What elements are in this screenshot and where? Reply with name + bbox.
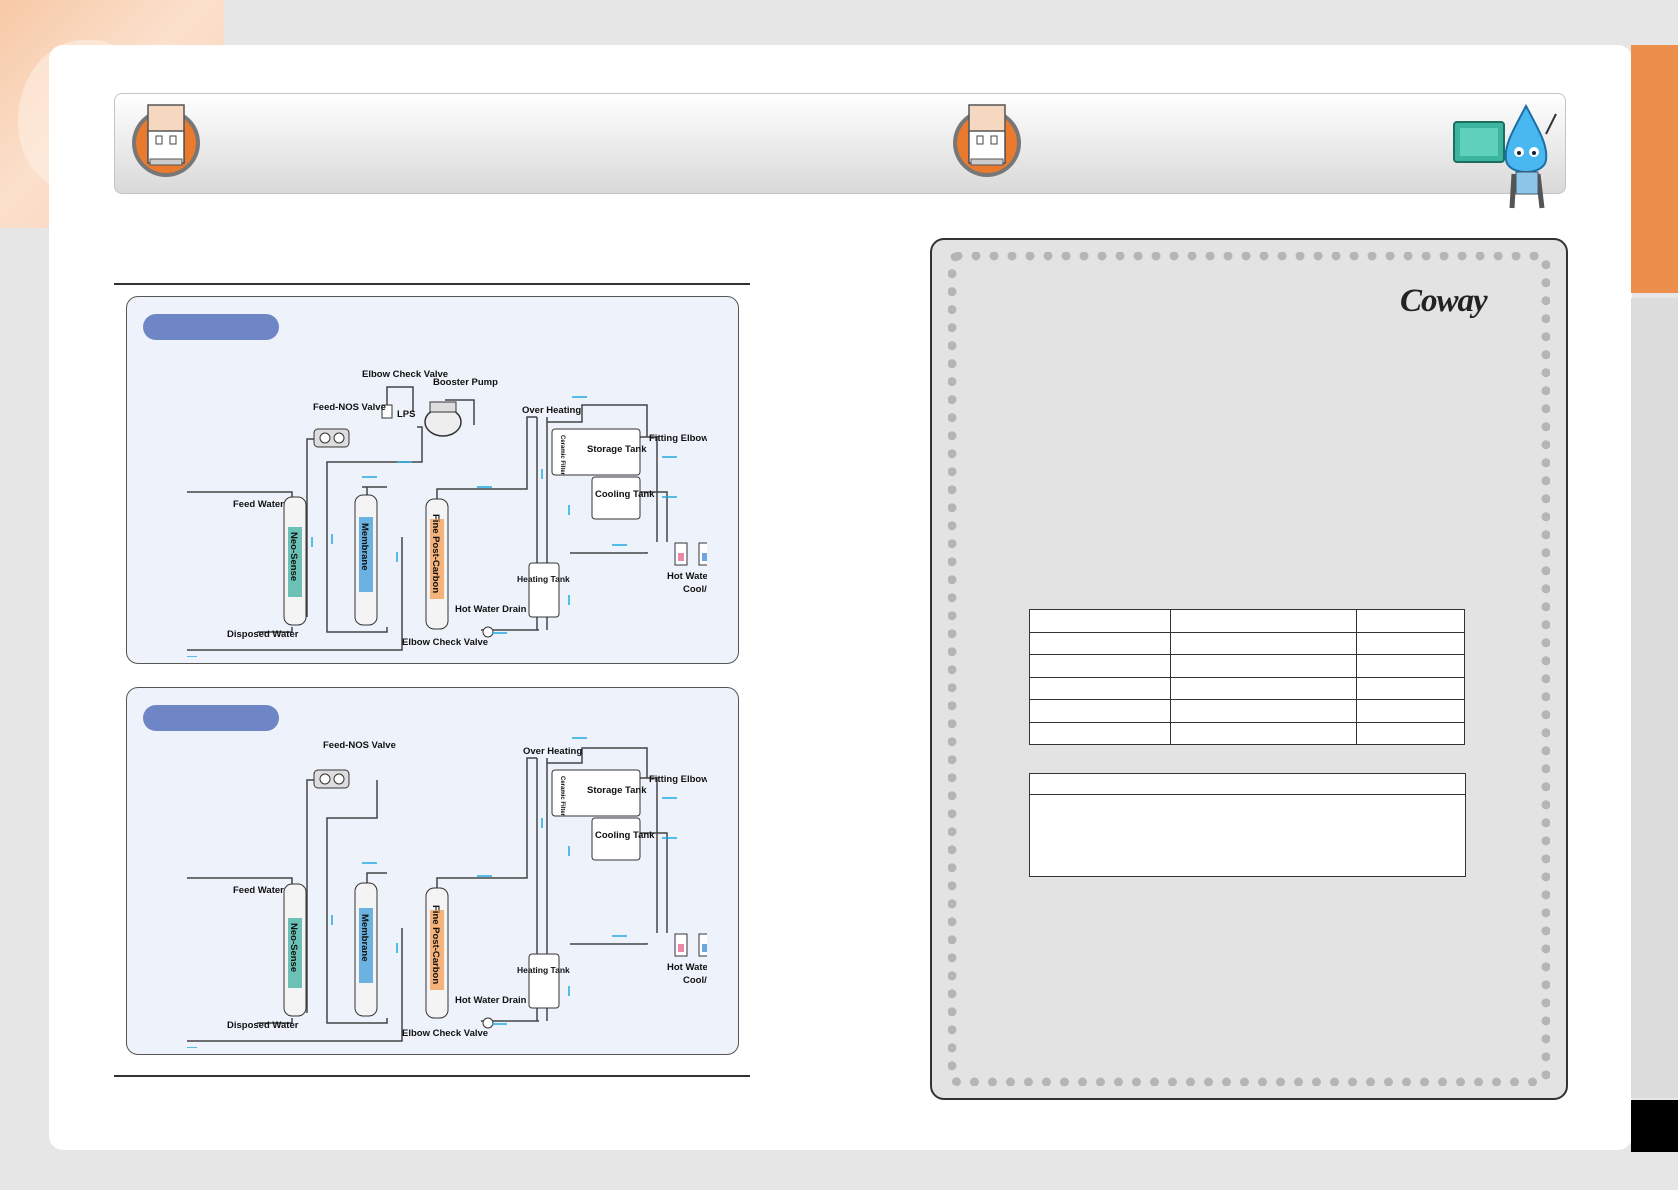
ceramic-filter-label: Ceramic Filter: [559, 435, 565, 476]
storage-tank-label: Storage Tank: [587, 785, 647, 796]
cool-room-water-label: Cool/ Room Water: [683, 975, 707, 986]
neo-sense-label: Neo-Sense: [288, 923, 299, 972]
fitting-elbow-label: Fitting Elbow: [649, 433, 707, 444]
fine-post-carbon-label: Fine Post-Carbon: [430, 905, 441, 984]
heating-tank-label: Heating Tank: [517, 965, 570, 975]
over-heating-label: Over Heating: [523, 746, 582, 757]
section-bottom-rule: [114, 1075, 750, 1077]
cooling-tank-label: Cooling Tank: [595, 489, 655, 500]
water-flow-diagram: Neo-Sense Membrane Fine Post-Carbon Feed…: [187, 737, 707, 1048]
feed-water-label: Feed Water: [233, 885, 284, 896]
lps-label: LPS: [397, 409, 415, 420]
water-drop-mascot-icon: [1453, 104, 1557, 209]
table-row: [1028, 609, 1466, 633]
membrane-label: Membrane: [359, 914, 370, 962]
hot-water-label: Hot Water: [667, 962, 707, 973]
hot-water-drain-label: Hot Water Drain: [455, 995, 527, 1006]
page-number-tab: [1631, 1100, 1678, 1152]
heating-tank-label: Heating Tank: [517, 574, 570, 584]
brand-logo: Coway: [1400, 283, 1488, 319]
ceramic-filter-label: Ceramic Filter: [559, 776, 565, 817]
cooling-tank-label: Cooling Tank: [595, 830, 655, 841]
table-row: [1028, 699, 1466, 723]
hot-water-label: Hot Water: [667, 571, 707, 582]
water-purifier-logo-icon: [132, 104, 200, 177]
cool-room-water-label: Cool/ Room Water: [683, 584, 707, 595]
side-tab-active: [1631, 45, 1678, 293]
flow-diagram-panel-2: Neo-Sense Membrane Fine Post-Carbon Feed…: [126, 687, 739, 1055]
feed-nos-valve-label: Feed-NOS Valve: [323, 740, 396, 751]
note-box-header: [1030, 774, 1465, 795]
over-heating-label: Over Heating: [522, 405, 581, 416]
feed-water-label: Feed Water: [233, 499, 284, 510]
water-flow-diagram: Neo-Sense Membrane Fine Post-Carbon Elbo…: [187, 369, 707, 657]
side-tab-strip: [1631, 298, 1678, 1098]
table-row: [1028, 631, 1466, 655]
hot-water-drain-label: Hot Water Drain: [455, 604, 527, 615]
storage-tank-label: Storage Tank: [587, 444, 647, 455]
membrane-label: Membrane: [359, 523, 370, 571]
table-row: [1028, 676, 1466, 700]
flow-diagram-panel-1: Neo-Sense Membrane Fine Post-Carbon Elbo…: [126, 296, 739, 664]
spec-table: [1028, 609, 1466, 745]
section-top-rule: [114, 283, 750, 285]
disposed-water-label: Disposed Water: [227, 629, 299, 640]
neo-sense-label: Neo-Sense: [288, 532, 299, 581]
water-purifier-logo-icon: [953, 104, 1021, 177]
disposed-water-label: Disposed Water: [227, 1020, 299, 1031]
elbow-check-valve-label: Elbow Check Valve: [402, 1028, 488, 1039]
fitting-elbow-label: Fitting Elbow: [649, 774, 707, 785]
table-row: [1028, 654, 1466, 678]
fine-post-carbon-label: Fine Post-Carbon: [430, 514, 441, 593]
elbow-check-valve-label: Elbow Check Valve: [402, 637, 488, 648]
table-row: [1028, 721, 1466, 745]
booster-pump-label: Booster Pump: [433, 377, 498, 388]
note-box: [1029, 773, 1466, 877]
feed-nos-valve-label: Feed-NOS Valve: [313, 402, 386, 413]
header-bar: [114, 93, 1566, 194]
